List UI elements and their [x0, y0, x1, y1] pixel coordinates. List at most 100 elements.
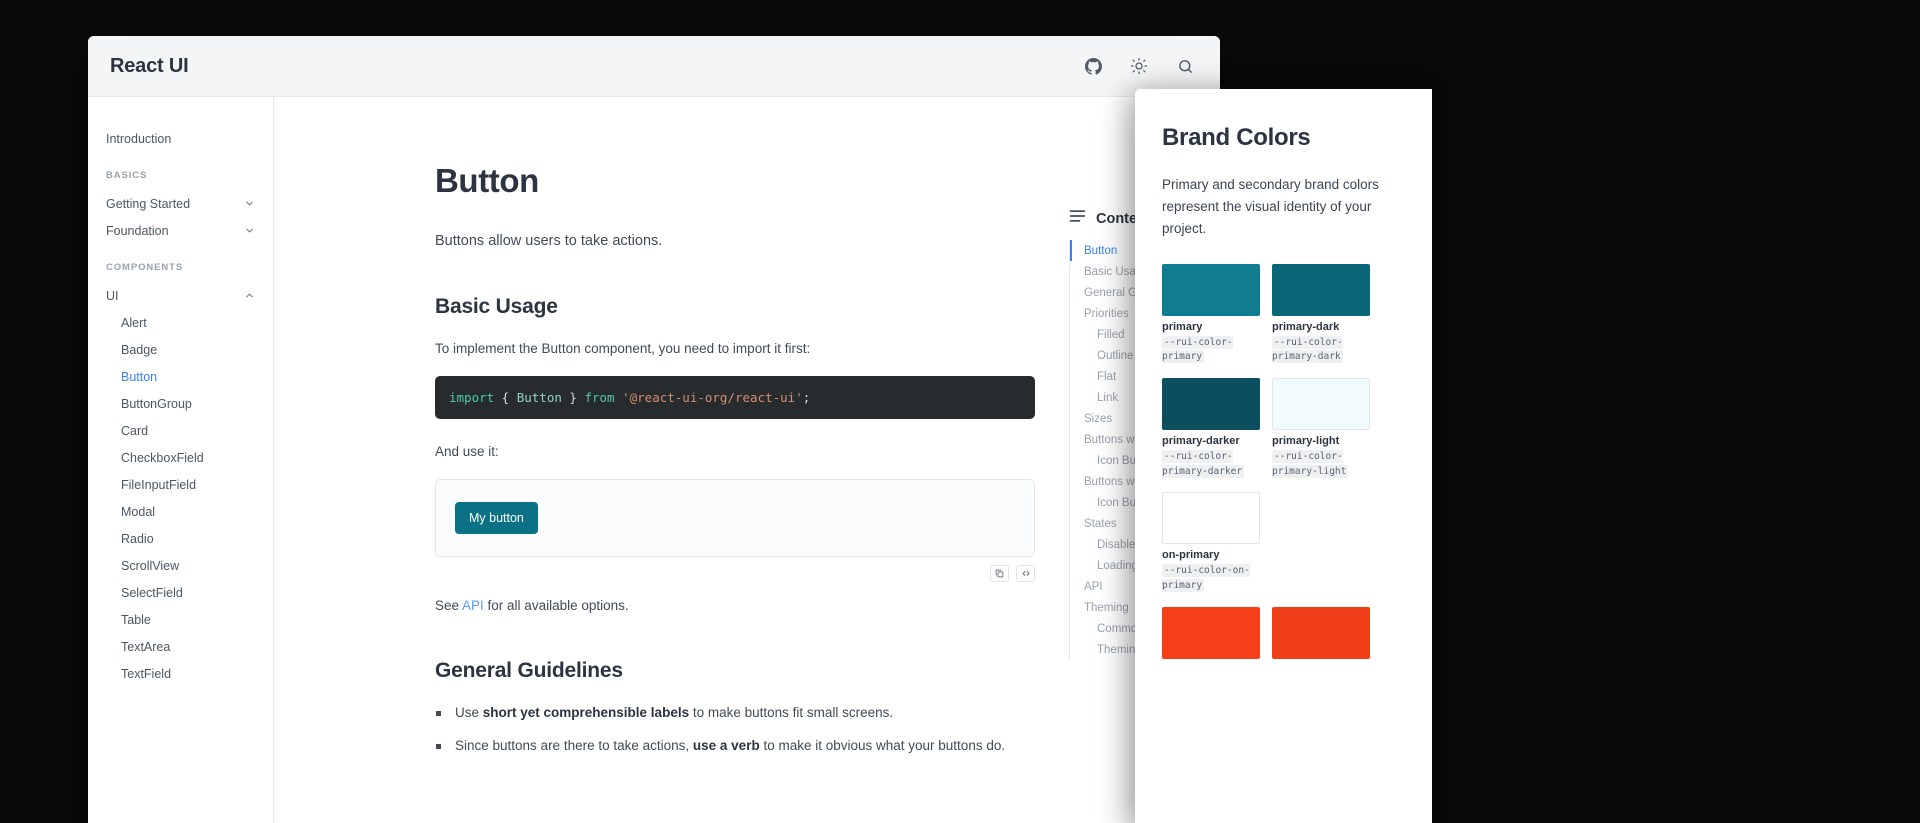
- sidebar-item-card[interactable]: Card: [88, 417, 273, 444]
- guideline-post: to make buttons fit small screens.: [689, 705, 894, 720]
- sidebar-item-fileinputfield[interactable]: FileInputField: [88, 471, 273, 498]
- swatch-secondary-dark: [1272, 606, 1370, 659]
- swatch-primary-light: primary-light --rui-color-primary-light: [1272, 378, 1370, 479]
- guideline-bold: use a verb: [692, 738, 760, 753]
- guidelines-list: Use short yet comprehensible labels to m…: [435, 705, 1035, 753]
- swatch-var: --rui-color-on-primary: [1162, 564, 1250, 593]
- github-icon[interactable]: [1078, 51, 1108, 81]
- sidebar-item-alert[interactable]: Alert: [88, 309, 273, 336]
- sidebar-item-table[interactable]: Table: [88, 606, 273, 633]
- swatch-primary: primary --rui-color-primary: [1162, 263, 1260, 365]
- code-block: import { Button } from '@react-ui-org/re…: [435, 376, 1035, 419]
- brand-title: React UI: [110, 54, 189, 77]
- app-window: React UI Introduction BASICS Getting Sta…: [88, 36, 1220, 823]
- code-token-brace-close: }: [561, 390, 585, 405]
- swatch-chip: [1162, 263, 1260, 316]
- see-api-text: See API for all available options.: [435, 598, 1035, 613]
- sidebar-item-label: TextField: [121, 666, 172, 681]
- and-use-it-text: And use it:: [435, 444, 499, 459]
- code-token-identifier: Button: [516, 390, 562, 405]
- sidebar-item-label: Modal: [121, 504, 156, 519]
- swatch-name: primary-darker: [1162, 435, 1240, 448]
- search-icon[interactable]: [1170, 51, 1200, 81]
- swatch-primary-darker: primary-darker --rui-color-primary-darke…: [1162, 378, 1260, 479]
- sidebar-section-basics: BASICS: [106, 170, 148, 181]
- guideline-pre: Since buttons are there to take actions,: [455, 738, 693, 753]
- see-api-suffix: for all available options.: [483, 598, 629, 613]
- swatch-name: primary: [1162, 320, 1203, 333]
- swatch-primary-dark: primary-dark --rui-color-primary-dark: [1272, 263, 1370, 365]
- sidebar-item-label: ButtonGroup: [121, 396, 192, 411]
- doc-article: Button Buttons allow users to take actio…: [435, 97, 1035, 771]
- sidebar-item-textarea[interactable]: TextArea: [88, 633, 273, 660]
- guideline-pre: Use: [455, 705, 483, 720]
- sidebar-item-introduction[interactable]: Introduction: [88, 125, 273, 152]
- brand-panel-description: Primary and secondary brand colors repre…: [1162, 177, 1379, 236]
- page-lede: Buttons allow users to take actions.: [435, 233, 663, 249]
- sidebar-item-scrollview[interactable]: ScrollView: [88, 552, 273, 579]
- page-title: Button: [435, 162, 539, 199]
- my-button[interactable]: My button: [455, 502, 538, 534]
- sun-icon[interactable]: [1124, 51, 1154, 81]
- chevron-down-icon: [244, 198, 255, 209]
- list-item: Use short yet comprehensible labels to m…: [435, 705, 1035, 720]
- swatch-name: primary-light: [1272, 435, 1340, 448]
- sidebar-item-foundation[interactable]: Foundation: [88, 217, 273, 244]
- basic-usage-intro: To implement the Button component, you n…: [435, 341, 811, 356]
- app-header: React UI: [88, 36, 1220, 97]
- swatch-secondary: [1162, 606, 1260, 659]
- sidebar-item-label: SelectField: [121, 585, 183, 600]
- sidebar-section-components: COMPONENTS: [106, 262, 184, 273]
- sidebar-item-label: Introduction: [106, 131, 172, 146]
- swatch-chip: [1272, 606, 1370, 659]
- sidebar-item-button[interactable]: Button: [88, 363, 273, 390]
- sidebar-item-getting-started[interactable]: Getting Started: [88, 190, 273, 217]
- sidebar-item-label: Foundation: [106, 223, 169, 238]
- swatch-chip: [1272, 263, 1370, 316]
- code-token-import: import: [449, 390, 495, 405]
- code-token-brace-open: {: [494, 390, 517, 405]
- sidebar-item-badge[interactable]: Badge: [88, 336, 273, 363]
- sidebar-item-checkboxfield[interactable]: CheckboxField: [88, 444, 273, 471]
- sidebar-item-label: TextArea: [121, 639, 171, 654]
- sidebar: Introduction BASICS Getting Started Foun…: [88, 97, 274, 823]
- sidebar-item-label: Radio: [121, 531, 154, 546]
- section-heading-basic-usage: Basic Usage: [435, 295, 558, 318]
- swatch-chip: [1162, 492, 1260, 545]
- sidebar-item-label: UI: [106, 288, 119, 303]
- swatch-var: --rui-color-primary-dark: [1272, 335, 1343, 364]
- sidebar-item-label: Getting Started: [106, 196, 191, 211]
- demo-preview-box: My button: [435, 479, 1035, 557]
- copy-icon[interactable]: [990, 565, 1009, 582]
- sidebar-item-ui[interactable]: UI: [88, 282, 273, 309]
- section-heading-general-guidelines: General Guidelines: [435, 659, 623, 682]
- list-icon: [1069, 209, 1086, 228]
- sidebar-item-textfield[interactable]: TextField: [88, 660, 273, 687]
- sidebar-item-buttongroup[interactable]: ButtonGroup: [88, 390, 273, 417]
- sidebar-item-label: FileInputField: [121, 477, 197, 492]
- swatch-var: --rui-color-primary-light: [1272, 450, 1349, 478]
- guideline-bold: short yet comprehensible labels: [482, 705, 690, 720]
- sidebar-item-label: Alert: [121, 315, 147, 330]
- sidebar-item-label: ScrollView: [121, 558, 180, 573]
- swatch-grid: primary --rui-color-primary primary-dark…: [1162, 263, 1404, 659]
- guideline-post: to make it obvious what your buttons do.: [759, 738, 1006, 753]
- swatch-chip: [1162, 606, 1260, 659]
- code-token-semicolon: ;: [802, 390, 811, 405]
- sidebar-item-radio[interactable]: Radio: [88, 525, 273, 552]
- api-link[interactable]: API: [462, 598, 484, 613]
- sidebar-item-selectfield[interactable]: SelectField: [88, 579, 273, 606]
- sidebar-item-label: Card: [121, 423, 149, 438]
- swatch-on-primary: on-primary --rui-color-on-primary: [1162, 492, 1260, 593]
- swatch-chip: [1272, 378, 1370, 431]
- header-actions: [1078, 51, 1200, 81]
- swatch-var: --rui-color-primary: [1162, 335, 1233, 364]
- sidebar-item-modal[interactable]: Modal: [88, 498, 273, 525]
- code-icon[interactable]: [1016, 565, 1035, 582]
- swatch-var: --rui-color-primary-darker: [1162, 450, 1245, 478]
- code-token-from: from: [584, 390, 615, 405]
- list-item: Since buttons are there to take actions,…: [435, 738, 1035, 753]
- demo-actions: [435, 565, 1035, 582]
- swatch-name: on-primary: [1162, 549, 1220, 562]
- main-content: Button Buttons allow users to take actio…: [274, 97, 1220, 823]
